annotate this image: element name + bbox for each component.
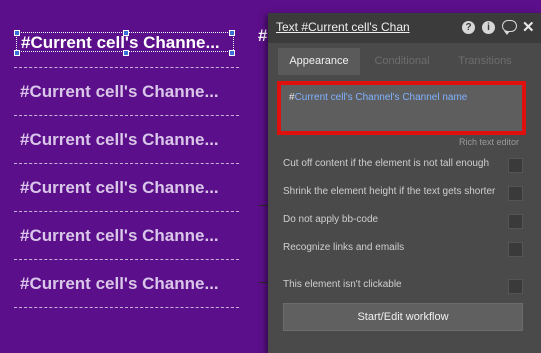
element-border	[258, 205, 268, 206]
repeating-group-cell[interactable]: #Current cell's Channe...	[14, 212, 239, 260]
tab-appearance[interactable]: Appearance	[278, 48, 360, 75]
repeating-group-cell[interactable]: #Current cell's Channe...	[14, 260, 239, 308]
option-label: Do not apply bb-code	[283, 214, 379, 225]
option-label: Recognize links and emails	[283, 242, 405, 253]
panel-title[interactable]: Text #Current cell's Chan	[276, 20, 410, 34]
repeating-group-cell[interactable]: #Current cell's Channe...	[14, 164, 239, 212]
property-editor-panel: Text #Current cell's Chan ? i ✕ Appearan…	[268, 13, 541, 353]
tab-transitions[interactable]: Transitions	[452, 48, 518, 75]
not-clickable-checkbox[interactable]	[508, 279, 523, 294]
close-icon[interactable]: ✕	[522, 18, 535, 36]
option-label: This element isn't clickable	[283, 279, 402, 290]
resize-handle[interactable]	[14, 30, 20, 36]
cut-off-content-checkbox[interactable]	[508, 158, 523, 173]
comment-icon[interactable]	[502, 20, 517, 35]
repeating-group-cell[interactable]: #Current cell's Channe...	[14, 68, 239, 116]
hidden-element-text: #	[258, 26, 268, 45]
dynamic-expression[interactable]: Current cell's Channel's Channel name	[295, 92, 468, 103]
element-border	[258, 282, 268, 283]
info-icon[interactable]: i	[482, 21, 495, 34]
resize-handle[interactable]	[229, 30, 235, 36]
help-icon[interactable]: ?	[462, 21, 475, 34]
resize-handle[interactable]	[14, 50, 20, 56]
recognize-links-checkbox[interactable]	[508, 242, 523, 257]
rich-text-editor-link[interactable]: Rich text editor	[459, 137, 519, 147]
resize-handle[interactable]	[229, 50, 235, 56]
resize-handle[interactable]	[123, 30, 129, 36]
option-label: Cut off content if the element is not ta…	[283, 158, 490, 169]
option-label: Shrink the element height if the text ge…	[283, 186, 496, 197]
panel-header: Text #Current cell's Chan ? i ✕	[268, 13, 541, 43]
no-bbcode-checkbox[interactable]	[508, 214, 523, 229]
tab-conditional[interactable]: Conditional	[368, 48, 436, 75]
repeating-group-cell[interactable]: #Current cell's Channe...	[14, 116, 239, 164]
text-content-editor[interactable]: #Current cell's Channel's Channel name	[277, 81, 526, 135]
resize-handle[interactable]	[123, 50, 129, 56]
start-edit-workflow-button[interactable]: Start/Edit workflow	[283, 303, 523, 331]
shrink-height-checkbox[interactable]	[508, 186, 523, 201]
